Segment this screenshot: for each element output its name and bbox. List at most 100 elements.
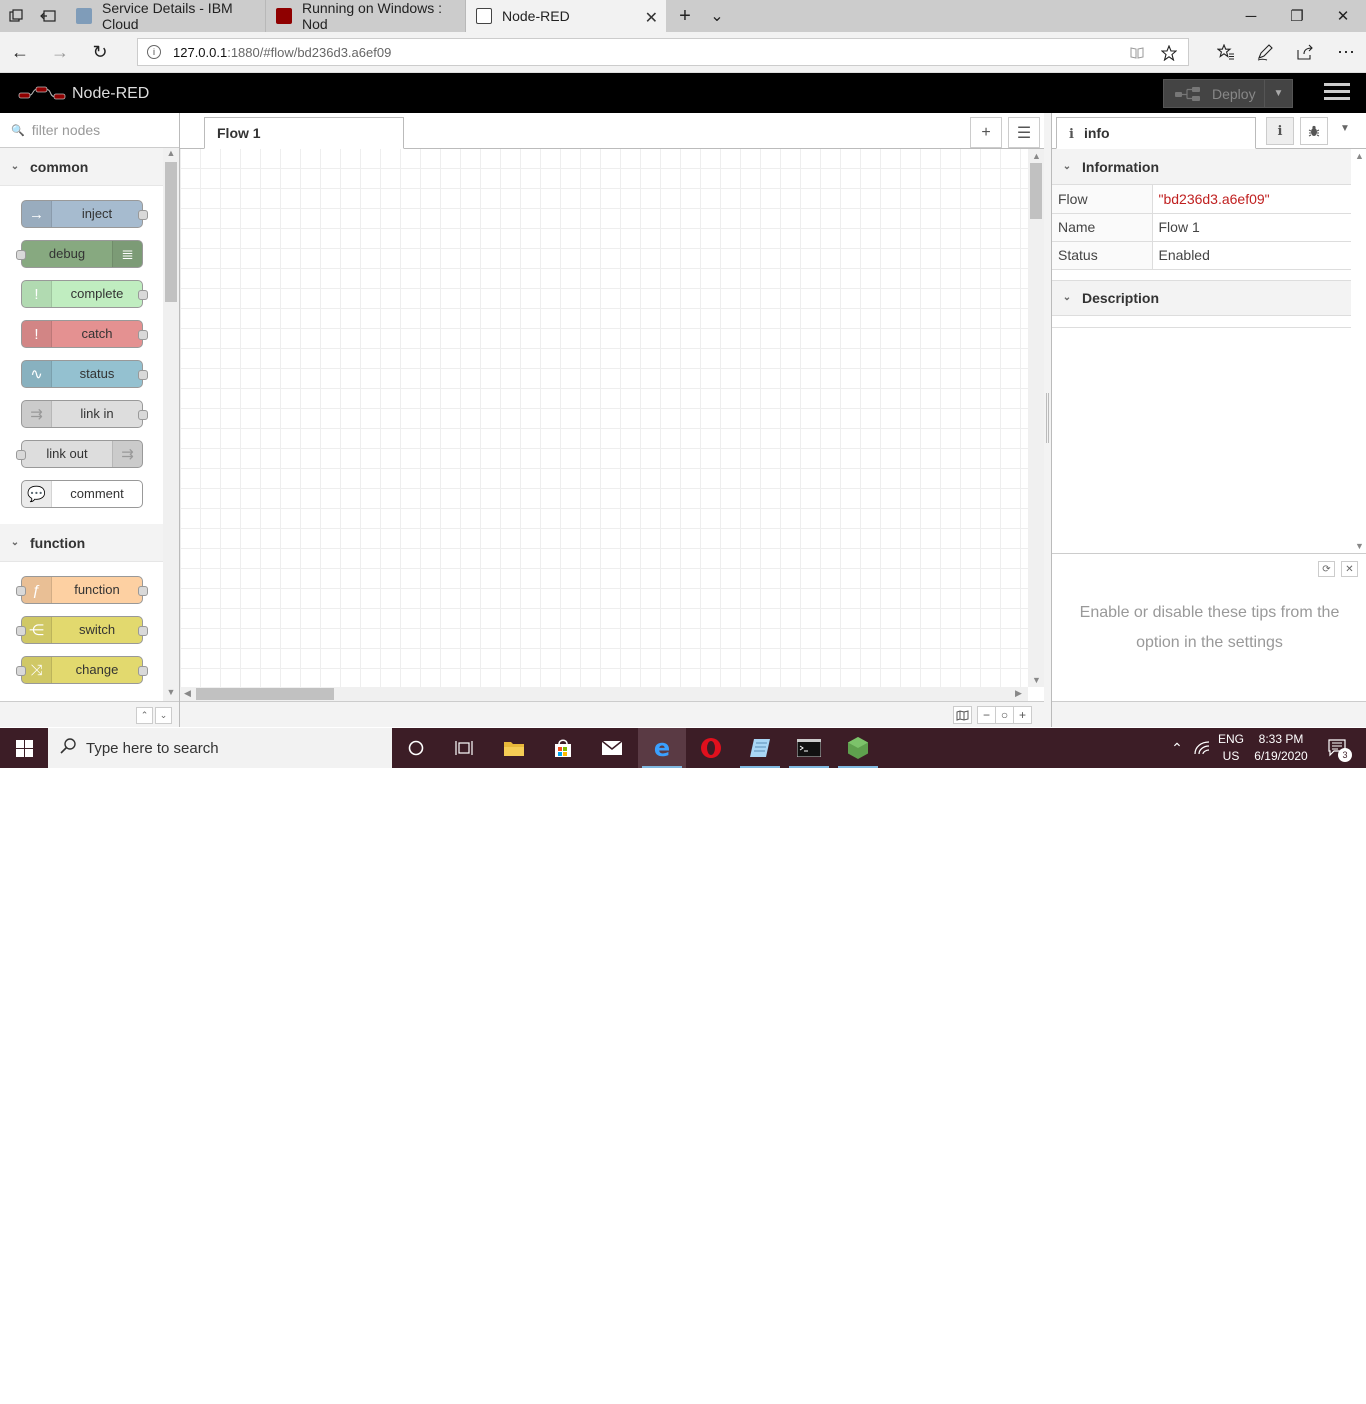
palette-node-link-in[interactable]: ⇉ link in — [21, 400, 148, 428]
tab-list-chevron-icon[interactable]: ⌄ — [701, 0, 733, 32]
reading-view-icon[interactable] — [1125, 41, 1149, 65]
url-field[interactable]: i 127.0.0.1:1880/#flow/bd236d3.a6ef09 — [137, 38, 1189, 66]
tab-manager-icon[interactable] — [0, 0, 32, 32]
flow-canvas[interactable] — [180, 149, 1028, 687]
workspace-hscroll-thumb[interactable] — [196, 688, 334, 700]
zoom-out-icon[interactable]: − — [977, 706, 996, 724]
flow-list-icon[interactable]: ☰ — [1008, 117, 1040, 148]
task-view-icon[interactable] — [440, 728, 488, 768]
close-tab-icon[interactable]: ✕ — [645, 8, 658, 28]
main-menu-icon[interactable] — [1324, 83, 1350, 103]
workspace-vscroll-thumb[interactable] — [1030, 163, 1042, 219]
scroll-down-arrow-icon[interactable]: ▼ — [1355, 541, 1364, 551]
filter-nodes-input[interactable] — [31, 122, 172, 138]
wifi-icon[interactable] — [1190, 728, 1214, 768]
notepad-icon[interactable] — [736, 728, 784, 768]
palette-node-inject[interactable]: → inject — [21, 200, 148, 228]
opera-icon[interactable] — [687, 728, 735, 768]
show-hidden-icons-chevron-icon[interactable]: ⌃ — [1166, 728, 1188, 768]
info-tab-button-icon[interactable]: i — [1266, 117, 1294, 145]
sidebar-menu-caret-icon[interactable]: ▼ — [1340, 123, 1350, 134]
edge-icon[interactable]: e — [638, 728, 686, 768]
terminal-icon[interactable] — [785, 728, 833, 768]
taskbar-clock[interactable]: 8:33 PM 6/19/2020 — [1250, 728, 1312, 768]
forward-button[interactable]: → — [46, 40, 74, 64]
palette-node-function[interactable]: ƒ function — [16, 576, 148, 604]
minimize-window-button[interactable]: ─ — [1228, 0, 1274, 32]
new-tab-icon[interactable]: + — [669, 0, 701, 32]
favorites-hub-icon[interactable] — [1212, 40, 1240, 64]
refresh-button[interactable]: ↻ — [86, 40, 114, 64]
mail-icon[interactable] — [588, 728, 636, 768]
add-flow-icon[interactable]: + — [970, 117, 1002, 148]
close-window-button[interactable]: ✕ — [1320, 0, 1366, 32]
pen-icon[interactable] — [1251, 40, 1279, 64]
close-tips-icon[interactable]: ✕ — [1341, 561, 1358, 577]
browser-tab-node-red[interactable]: Node-RED ✕ — [466, 0, 666, 32]
expand-all-icon[interactable]: ⌄ — [155, 707, 172, 724]
zoom-in-icon[interactable]: + — [1013, 706, 1032, 724]
palette-node-switch[interactable]: ⋲ switch — [16, 616, 148, 644]
taskbar-search-box[interactable]: Type here to search — [48, 728, 392, 768]
deploy-button[interactable]: Deploy ▼ — [1163, 79, 1293, 108]
deploy-menu-caret-icon[interactable]: ▼ — [1264, 80, 1292, 107]
browser-tab-ibm-cloud[interactable]: Service Details - IBM Cloud — [66, 0, 266, 32]
share-icon[interactable] — [1291, 40, 1319, 64]
scroll-down-arrow-icon[interactable]: ▼ — [163, 687, 179, 701]
scroll-up-arrow-icon[interactable]: ▲ — [163, 148, 179, 162]
favorite-star-icon[interactable] — [1157, 41, 1181, 65]
input-language-indicator[interactable]: ENG US — [1214, 728, 1248, 768]
tab-info[interactable]: i info — [1056, 117, 1256, 149]
restore-window-button[interactable]: ❐ — [1274, 0, 1320, 32]
file-explorer-icon[interactable] — [490, 728, 538, 768]
palette-category-common[interactable]: ⌄ common — [0, 148, 163, 186]
palette-scrollbar[interactable]: ▲ ▼ — [163, 148, 179, 701]
debug-bug-icon[interactable] — [1300, 117, 1328, 145]
nodejs-icon[interactable] — [834, 728, 882, 768]
palette-node-catch[interactable]: ! catch — [21, 320, 148, 348]
palette-node-change[interactable]: ⤨ change — [16, 656, 148, 684]
site-info-icon[interactable]: i — [147, 45, 161, 59]
information-section-header[interactable]: ⌄ Information — [1052, 149, 1351, 185]
sidebar-footer — [1052, 701, 1366, 727]
cortana-icon[interactable] — [392, 728, 440, 768]
scroll-down-arrow-icon[interactable]: ▼ — [1032, 675, 1041, 685]
collapse-all-icon[interactable]: ⌃ — [136, 707, 153, 724]
workspace-vertical-scrollbar[interactable]: ▲ ▼ — [1028, 149, 1044, 687]
more-icon[interactable]: ⋯ — [1332, 40, 1360, 64]
action-center-icon[interactable]: 3 — [1318, 728, 1358, 768]
palette-category-function[interactable]: ⌄ function — [0, 524, 163, 562]
set-tabs-aside-icon[interactable] — [32, 0, 64, 32]
scroll-right-arrow-icon[interactable]: ▶ — [1015, 688, 1022, 699]
notification-count-badge: 3 — [1338, 748, 1352, 762]
workspace-horizontal-scrollbar[interactable]: ◀ ▶ — [180, 687, 1028, 701]
scroll-left-arrow-icon[interactable]: ◀ — [184, 688, 191, 699]
zoom-reset-icon[interactable]: ○ — [995, 706, 1014, 724]
search-icon — [60, 738, 76, 758]
windows-start-icon[interactable] — [0, 728, 48, 768]
separator-grip[interactable] — [1046, 393, 1049, 443]
browser-tab-running-on-windows[interactable]: Running on Windows : Nod — [266, 0, 466, 32]
palette-node-icon: ∿ — [22, 361, 52, 387]
palette-node-complete[interactable]: ! complete — [21, 280, 148, 308]
next-tip-refresh-icon[interactable]: ⟳ — [1318, 561, 1335, 577]
scroll-up-arrow-icon[interactable]: ▲ — [1355, 151, 1364, 161]
tab-flow-1[interactable]: Flow 1 — [204, 117, 404, 149]
palette-node-label: status — [79, 366, 115, 381]
sidebar-separator[interactable] — [1044, 113, 1051, 727]
back-button[interactable]: ← — [6, 40, 34, 64]
info-row-value: Flow 1 — [1152, 213, 1351, 242]
palette-node-icon: ⇉ — [112, 441, 142, 467]
workspace-footer: − ○ + — [180, 701, 1044, 727]
palette-node-comment[interactable]: 💬 comment — [21, 480, 143, 508]
navigator-map-icon[interactable] — [953, 706, 972, 724]
palette-scroll-thumb[interactable] — [165, 162, 177, 302]
sidebar-scrollbar[interactable]: ▲ ▼ — [1351, 149, 1366, 553]
palette-node-link-out[interactable]: ⇉ link out — [16, 440, 143, 468]
palette-node-status[interactable]: ∿ status — [21, 360, 148, 388]
scroll-up-arrow-icon[interactable]: ▲ — [1032, 151, 1041, 161]
palette-node-debug[interactable]: ≣ debug — [16, 240, 143, 268]
store-icon[interactable] — [539, 728, 587, 768]
description-section-header[interactable]: ⌄ Description — [1052, 279, 1351, 316]
output-port — [138, 290, 148, 300]
